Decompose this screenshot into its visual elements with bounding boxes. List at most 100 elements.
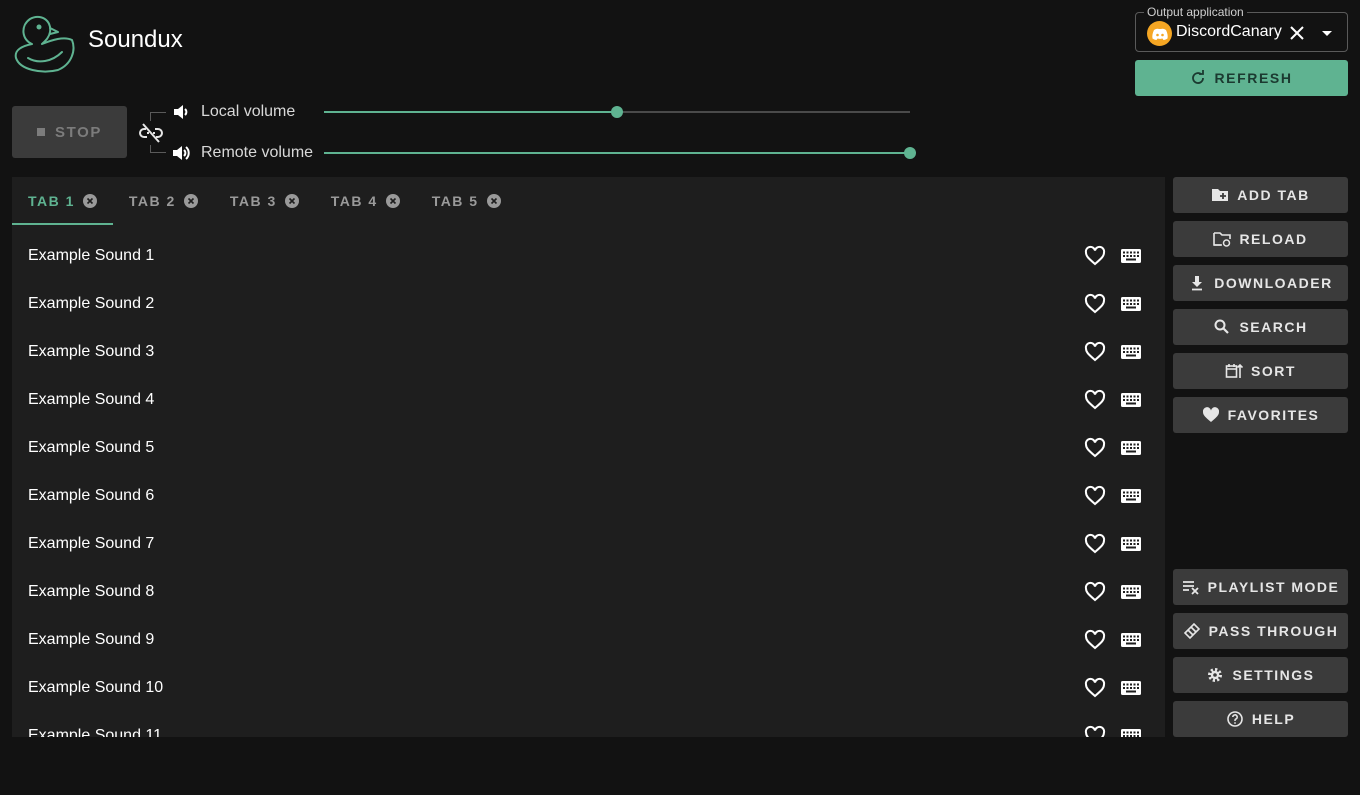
downloader-button[interactable]: DOWNLOADER xyxy=(1173,265,1348,301)
favorites-button[interactable]: FAVORITES xyxy=(1173,397,1348,433)
remote-volume-slider[interactable] xyxy=(324,146,916,160)
sound-row[interactable]: Example Sound 1 xyxy=(12,233,1165,281)
app-title: Soundux xyxy=(88,26,183,53)
sort-label: SORT xyxy=(1251,363,1296,379)
pass-through-label: PASS THROUGH xyxy=(1208,623,1339,639)
search-button[interactable]: SEARCH xyxy=(1173,309,1348,345)
heart-outline-icon[interactable] xyxy=(1083,340,1107,364)
keyboard-icon[interactable] xyxy=(1119,292,1143,316)
heart-outline-icon[interactable] xyxy=(1083,244,1107,268)
slider-thumb[interactable] xyxy=(904,147,916,159)
keyboard-icon[interactable] xyxy=(1119,244,1143,268)
tab-3[interactable]: TAB 3 xyxy=(214,177,315,225)
keyboard-icon[interactable] xyxy=(1119,532,1143,556)
keyboard-icon[interactable] xyxy=(1119,580,1143,604)
heart-outline-icon[interactable] xyxy=(1083,532,1107,556)
tab-label: TAB 5 xyxy=(431,193,479,209)
keyboard-icon[interactable] xyxy=(1119,676,1143,700)
sound-row[interactable]: Example Sound 5 xyxy=(12,425,1165,473)
tab-label: TAB 3 xyxy=(229,193,277,209)
sort-button[interactable]: SORT xyxy=(1173,353,1348,389)
sound-name: Example Sound 5 xyxy=(28,439,155,456)
tab-label: TAB 1 xyxy=(28,193,75,209)
slider-fill xyxy=(324,152,910,154)
reload-label: RELOAD xyxy=(1239,231,1308,247)
local-volume-slider[interactable] xyxy=(324,105,910,119)
sound-row[interactable]: Example Sound 10 xyxy=(12,665,1165,713)
output-application-select[interactable]: Output application DiscordCanary xyxy=(1135,5,1348,52)
close-tab-icon[interactable] xyxy=(284,194,299,208)
close-tab-icon[interactable] xyxy=(385,194,400,208)
keyboard-icon[interactable] xyxy=(1119,340,1143,364)
sort-icon xyxy=(1225,363,1244,378)
reload-button[interactable]: RELOAD xyxy=(1173,221,1348,257)
discord-icon xyxy=(1147,21,1172,46)
stop-button[interactable]: STOP xyxy=(12,106,127,158)
close-icon[interactable] xyxy=(1287,23,1307,43)
sound-row[interactable]: Example Sound 3 xyxy=(12,329,1165,377)
tab-2[interactable]: TAB 2 xyxy=(113,177,214,225)
output-application-value: DiscordCanary xyxy=(1176,23,1282,40)
duck-logo-icon xyxy=(14,15,75,73)
gear-icon xyxy=(1208,668,1223,682)
downloader-label: DOWNLOADER xyxy=(1214,275,1333,291)
sound-row[interactable]: Example Sound 8 xyxy=(12,569,1165,617)
keyboard-icon[interactable] xyxy=(1119,388,1143,412)
sound-row[interactable]: Example Sound 2 xyxy=(12,281,1165,329)
heart-outline-icon[interactable] xyxy=(1083,676,1107,700)
volume-high-icon[interactable] xyxy=(171,143,191,163)
sound-name: Example Sound 1 xyxy=(28,247,155,264)
slider-thumb[interactable] xyxy=(611,106,623,118)
heart-outline-icon[interactable] xyxy=(1083,580,1107,604)
tab-4[interactable]: TAB 4 xyxy=(315,177,416,225)
heart-outline-icon[interactable] xyxy=(1083,436,1107,460)
sound-row[interactable]: Example Sound 9 xyxy=(12,617,1165,665)
search-label: SEARCH xyxy=(1239,319,1308,335)
keyboard-icon[interactable] xyxy=(1119,628,1143,652)
help-button[interactable]: HELP xyxy=(1173,701,1348,737)
sound-row[interactable]: Example Sound 4 xyxy=(12,377,1165,425)
heart-outline-icon[interactable] xyxy=(1083,484,1107,508)
pass-through-button[interactable]: PASS THROUGH xyxy=(1173,613,1348,649)
sound-name: Example Sound 3 xyxy=(28,343,155,360)
folder-refresh-icon xyxy=(1213,232,1232,247)
settings-label: SETTINGS xyxy=(1232,667,1315,683)
sound-row[interactable]: Example Sound 7 xyxy=(12,521,1165,569)
volume-medium-icon[interactable] xyxy=(171,102,191,122)
close-tab-icon[interactable] xyxy=(82,194,97,208)
keyboard-icon[interactable] xyxy=(1119,436,1143,460)
favorites-label: FAVORITES xyxy=(1227,407,1320,423)
slider-fill xyxy=(324,111,617,113)
heart-outline-icon[interactable] xyxy=(1083,628,1107,652)
heart-outline-icon[interactable] xyxy=(1083,388,1107,412)
tab-label: TAB 2 xyxy=(128,193,176,209)
heart-icon xyxy=(1202,407,1219,422)
tab-5[interactable]: TAB 5 xyxy=(416,177,517,225)
keyboard-icon[interactable] xyxy=(1119,724,1143,737)
remote-volume-row: Remote volume xyxy=(171,141,313,165)
tab-bar: TAB 1 TAB 2 TAB 3 TAB 4 TAB 5 xyxy=(12,177,517,225)
sound-name: Example Sound 7 xyxy=(28,535,155,552)
add-tab-button[interactable]: ADD TAB xyxy=(1173,177,1348,213)
sound-row[interactable]: Example Sound 6 xyxy=(12,473,1165,521)
heart-outline-icon[interactable] xyxy=(1083,292,1107,316)
heart-outline-icon[interactable] xyxy=(1083,724,1107,737)
sound-name: Example Sound 6 xyxy=(28,487,155,504)
local-volume-row: Local volume xyxy=(171,100,295,124)
chevron-down-icon[interactable] xyxy=(1317,23,1337,43)
sound-name: Example Sound 9 xyxy=(28,631,155,648)
close-tab-icon[interactable] xyxy=(486,194,501,208)
sound-name: Example Sound 8 xyxy=(28,583,155,600)
keyboard-icon[interactable] xyxy=(1119,484,1143,508)
settings-button[interactable]: SETTINGS xyxy=(1173,657,1348,693)
refresh-button[interactable]: REFRESH xyxy=(1135,60,1348,96)
sound-list: Example Sound 1 Example Sound 2 Example So… xyxy=(12,233,1165,737)
sound-row[interactable]: Example Sound 11 xyxy=(12,713,1165,737)
tab-1[interactable]: TAB 1 xyxy=(12,177,113,225)
playlist-mode-label: PLAYLIST MODE xyxy=(1207,579,1340,595)
link-off-icon[interactable] xyxy=(139,121,163,145)
sound-name: Example Sound 11 xyxy=(28,727,163,737)
refresh-label: REFRESH xyxy=(1214,70,1293,86)
playlist-mode-button[interactable]: PLAYLIST MODE xyxy=(1173,569,1348,605)
close-tab-icon[interactable] xyxy=(183,194,198,208)
